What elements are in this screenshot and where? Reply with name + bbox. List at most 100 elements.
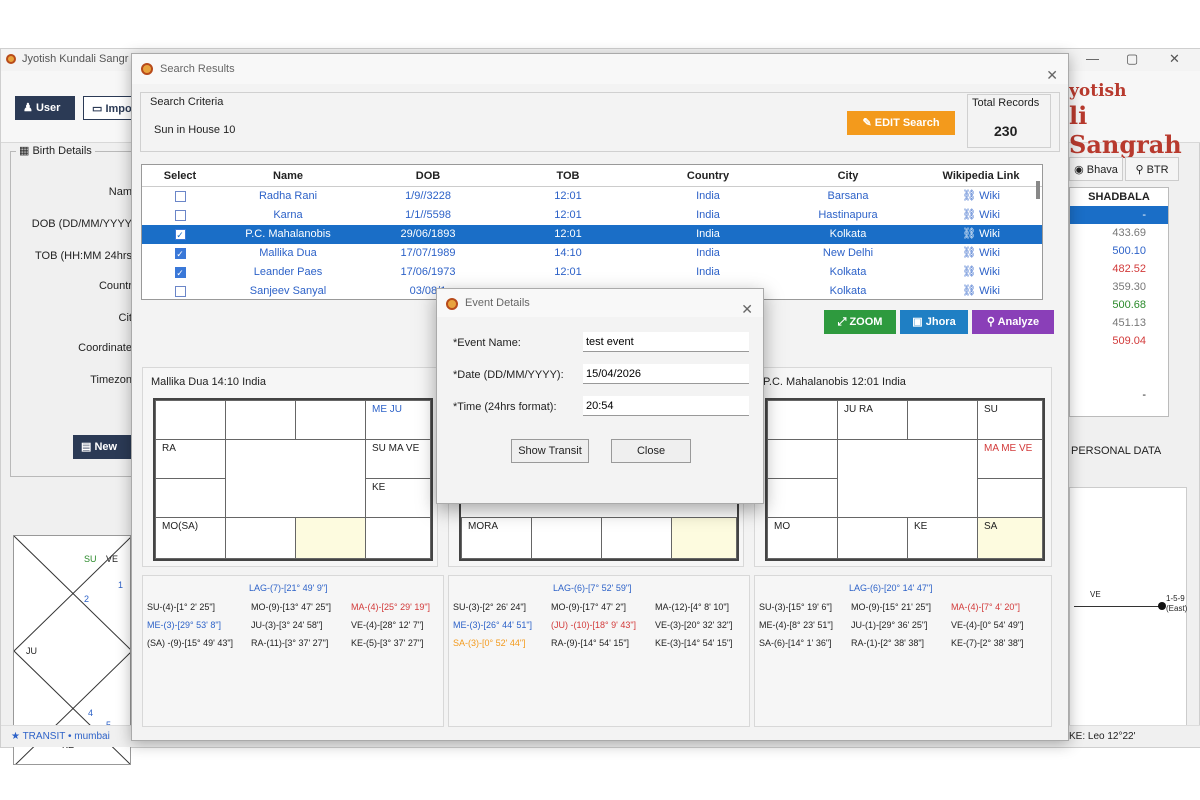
new-button[interactable]: ▤ New bbox=[73, 435, 133, 459]
shadbala-row[interactable]: - bbox=[1070, 386, 1168, 404]
table-row[interactable]: ✓ P.C. Mahalanobis 29/06/1893 12:01 India Kol… bbox=[142, 225, 1042, 244]
wiki-link[interactable]: ⛓ Wiki bbox=[918, 282, 1042, 299]
shadbala-row[interactable] bbox=[1070, 350, 1168, 368]
event-time-label: *Time (24hrs format): bbox=[453, 401, 557, 413]
col-country[interactable]: Country bbox=[638, 165, 778, 187]
personal-data-tab[interactable]: PERSONAL DATA bbox=[1071, 445, 1161, 457]
east-line1: 1-5-9 bbox=[1166, 594, 1185, 603]
minimize-icon[interactable]: — bbox=[1086, 51, 1099, 66]
shadbala-row[interactable]: 451.13 bbox=[1070, 314, 1168, 332]
row-country: India bbox=[696, 266, 720, 278]
analyze-button[interactable]: ⚲ Analyze bbox=[972, 310, 1054, 334]
country-label: Countr bbox=[98, 280, 132, 292]
north-su: SU bbox=[84, 554, 97, 564]
tab-bhava[interactable]: ◉ Bhava bbox=[1069, 157, 1123, 181]
user-button[interactable]: ♟ User bbox=[15, 96, 75, 120]
checkbox-icon[interactable] bbox=[174, 209, 186, 221]
pos2-lag: LAG-(6)-[7° 52' 59"] bbox=[553, 583, 632, 593]
wiki-link[interactable]: ⛓ Wiki bbox=[918, 225, 1042, 244]
table-row[interactable]: Karna 1/1//5598 12:01 India Hastinapura ⛓ Wik… bbox=[142, 206, 1042, 225]
col-dob[interactable]: DOB bbox=[358, 165, 498, 187]
shadbala-row[interactable]: 500.10 bbox=[1070, 242, 1168, 260]
tab-btr[interactable]: ⚲ BTR bbox=[1125, 157, 1179, 181]
checkbox-icon[interactable]: ✓ bbox=[174, 247, 186, 259]
pos3-ju: JU-(1)-[29° 36' 25"] bbox=[851, 620, 928, 630]
table-row[interactable]: ✓ Mallika Dua 17/07/1989 14:10 India New Delh… bbox=[142, 244, 1042, 263]
pos3-lag: LAG-(6)-[20° 14' 47"] bbox=[849, 583, 933, 593]
event-time-input[interactable] bbox=[583, 396, 749, 416]
shadbala-row[interactable]: 433.69 bbox=[1070, 224, 1168, 242]
row-checkbox[interactable]: ✓ bbox=[142, 263, 218, 282]
shadbala-row[interactable]: 509.04 bbox=[1070, 332, 1168, 350]
row-checkbox[interactable] bbox=[142, 187, 218, 206]
table-row[interactable]: ✓ Leander Paes 17/06/1973 12:01 India Kolkata… bbox=[142, 263, 1042, 282]
zoom-icon: ⤢ bbox=[837, 316, 847, 328]
close-icon[interactable]: ✕ bbox=[741, 295, 753, 323]
event-name-input[interactable] bbox=[583, 332, 749, 352]
chart2-cell: MORA bbox=[461, 517, 532, 559]
scrollbar-thumb[interactable] bbox=[1036, 181, 1040, 199]
transit-point bbox=[1158, 602, 1166, 610]
pos3-mo: MO-(9)-[15° 21' 25"] bbox=[851, 602, 932, 612]
event-date-input[interactable] bbox=[583, 364, 749, 384]
chart2-cell bbox=[531, 517, 602, 559]
shadbala-row[interactable]: 359.30 bbox=[1070, 278, 1168, 296]
pos1-mo: MO-(9)-[13° 47' 25"] bbox=[251, 602, 332, 612]
pos1-sa: (SA) -(9)-[15° 49' 43"] bbox=[147, 638, 234, 648]
checkbox-icon[interactable] bbox=[174, 190, 186, 202]
shadbala-row[interactable]: - bbox=[1070, 206, 1168, 224]
edit-search-button[interactable]: ✎ EDIT Search bbox=[847, 111, 955, 135]
transit-label: TRANSIT bbox=[22, 731, 66, 742]
pos3-ma: MA-(4)-[7° 4' 20"] bbox=[951, 602, 1021, 612]
row-checkbox[interactable] bbox=[142, 206, 218, 225]
chart3-cell bbox=[977, 478, 1043, 518]
transit-city: mumbai bbox=[74, 731, 110, 742]
transit-plot: VE 1-5-9 (East) bbox=[1069, 487, 1187, 727]
transit-tail: KE: Leo 12°22' bbox=[1069, 731, 1136, 742]
chart2-cell bbox=[671, 517, 737, 559]
maximize-icon[interactable]: ▢ bbox=[1126, 51, 1138, 67]
north-house-1: 1 bbox=[118, 580, 124, 590]
close-icon[interactable]: ✕ bbox=[1169, 51, 1180, 67]
wiki-link[interactable]: ⛓ Wiki bbox=[918, 187, 1042, 206]
pos2-ju: (JU) -(10)-[18° 9' 43"] bbox=[551, 620, 637, 630]
col-select[interactable]: Select bbox=[142, 165, 218, 187]
show-transit-button[interactable]: Show Transit bbox=[511, 439, 589, 463]
checkbox-icon[interactable]: ✓ bbox=[174, 266, 186, 278]
timezone-label: Timezon bbox=[90, 374, 132, 386]
row-name: Leander Paes bbox=[253, 266, 323, 278]
checkbox-icon[interactable]: ✓ bbox=[174, 228, 186, 240]
row-city: Barsana bbox=[827, 190, 869, 202]
search-icon: ⚲ bbox=[1135, 164, 1144, 176]
shadbala-row[interactable]: 482.52 bbox=[1070, 260, 1168, 278]
star-icon: ★ bbox=[11, 731, 20, 742]
shadbala-row[interactable]: 500.68 bbox=[1070, 296, 1168, 314]
zoom-button[interactable]: ⤢ ZOOM bbox=[824, 310, 896, 334]
chart1-cell: SU MA VE bbox=[365, 439, 431, 479]
row-name: Sanjeev Sanyal bbox=[249, 285, 327, 297]
col-tob[interactable]: TOB bbox=[498, 165, 638, 187]
pencil-icon: ✎ bbox=[862, 117, 872, 129]
chart1-cell bbox=[225, 400, 296, 440]
positions-panel-1: LAG-(7)-[21° 49' 9"] SU-(4)-[1° 2' 25"] … bbox=[142, 575, 444, 727]
wiki-link[interactable]: ⛓ Wiki bbox=[918, 263, 1042, 282]
chart1-cell bbox=[295, 400, 366, 440]
col-name[interactable]: Name bbox=[218, 165, 358, 187]
row-checkbox[interactable]: ✓ bbox=[142, 244, 218, 263]
row-checkbox[interactable]: ✓ bbox=[142, 225, 218, 244]
pos1-ke: KE-(5)-[3° 37' 27"] bbox=[351, 638, 424, 648]
row-checkbox[interactable] bbox=[142, 282, 218, 299]
close-button[interactable]: Close bbox=[611, 439, 691, 463]
row-city: Kolkata bbox=[829, 266, 867, 278]
col-city[interactable]: City bbox=[778, 165, 918, 187]
wiki-link[interactable]: ⛓ Wiki bbox=[918, 206, 1042, 225]
pos1-lag: LAG-(7)-[21° 49' 9"] bbox=[249, 583, 328, 593]
col-wiki[interactable]: Wikipedia Link bbox=[918, 165, 1042, 187]
wiki-link[interactable]: ⛓ Wiki bbox=[918, 244, 1042, 263]
coordinates-label: Coordinate bbox=[78, 342, 132, 354]
close-icon[interactable]: ✕ bbox=[1046, 60, 1058, 90]
table-row[interactable]: Radha Rani 1/9//3228 12:01 India Barsana ⛓ Wi… bbox=[142, 187, 1042, 206]
shadbala-row[interactable] bbox=[1070, 368, 1168, 386]
checkbox-icon[interactable] bbox=[174, 285, 186, 297]
jhora-button[interactable]: ▣ Jhora bbox=[900, 310, 968, 334]
